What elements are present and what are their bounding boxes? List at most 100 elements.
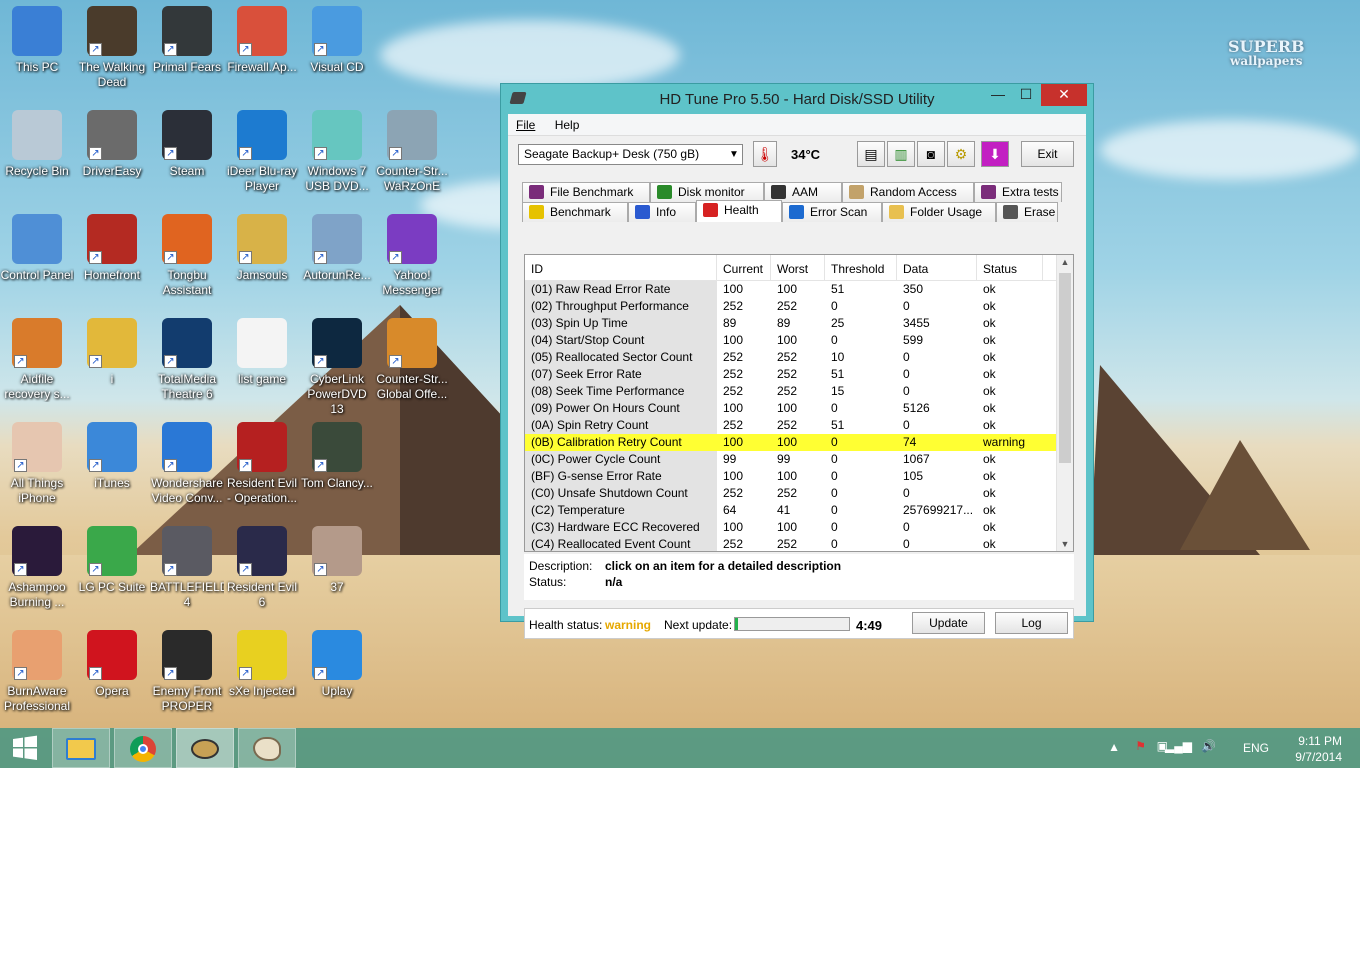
taskbar-paint[interactable] <box>238 728 296 768</box>
desktop-icon[interactable]: ↗ BATTLEFIELD 4 <box>150 526 224 610</box>
table-row[interactable]: (04) Start/Stop Count 100 100 0 599 ok <box>525 332 1073 349</box>
tab-aam[interactable]: AAM <box>764 182 842 202</box>
desktop-icon[interactable]: ↗ Firewall.Ap... <box>225 6 299 75</box>
volume-icon[interactable]: 🔊 <box>1201 739 1216 753</box>
table-row[interactable]: (08) Seek Time Performance 252 252 15 0 ok <box>525 383 1073 400</box>
desktop-icon[interactable]: ↗ Tongbu Assistant <box>150 214 224 298</box>
desktop-icon[interactable]: ↗ iDeer Blu-ray Player <box>225 110 299 194</box>
download-icon[interactable]: ⬇ <box>981 141 1009 167</box>
desktop-icon[interactable]: Recycle Bin <box>0 110 74 179</box>
taskbar-hdtune[interactable] <box>176 728 234 768</box>
table-row[interactable]: (09) Power On Hours Count 100 100 0 5126 ok <box>525 400 1073 417</box>
copy-info-icon[interactable]: ▤ <box>857 141 885 167</box>
desktop-icon[interactable]: ↗ iTunes <box>75 422 149 491</box>
desktop-icon[interactable]: ↗ LG PC Suite <box>75 526 149 595</box>
desktop-icon[interactable]: list game <box>225 318 299 387</box>
column-header[interactable]: Status <box>977 255 1043 280</box>
close-button[interactable]: ✕ <box>1041 84 1087 106</box>
hdtune-window[interactable]: HD Tune Pro 5.50 - Hard Disk/SSD Utility… <box>500 83 1094 639</box>
column-header[interactable]: Worst <box>771 255 825 280</box>
desktop-icon[interactable]: ↗ The Walking Dead <box>75 6 149 90</box>
taskbar-file-explorer[interactable] <box>52 728 110 768</box>
exit-button[interactable]: Exit <box>1021 141 1074 167</box>
desktop-icon[interactable]: ↗ All Things iPhone <box>0 422 74 506</box>
desktop-icon[interactable]: ↗ Aidfile recovery s... <box>0 318 74 402</box>
table-row[interactable]: (C2) Temperature 64 41 0 257699217... ok <box>525 502 1073 519</box>
desktop-icon[interactable]: ↗ Yahoo! Messenger <box>375 214 449 298</box>
desktop-icon[interactable]: ↗ Ashampoo Burning ... <box>0 526 74 610</box>
minimize-button[interactable]: — <box>983 84 1013 106</box>
maximize-button[interactable]: ☐ <box>1011 84 1041 106</box>
drive-select[interactable]: Seagate Backup+ Desk (750 gB) ▼ <box>518 144 743 165</box>
camera-icon[interactable]: ◙ <box>917 141 945 167</box>
start-button[interactable] <box>0 728 50 768</box>
desktop-icon[interactable]: ↗ Enemy Front PROPER <box>150 630 224 714</box>
table-row[interactable]: (0A) Spin Retry Count 252 252 51 0 ok <box>525 417 1073 434</box>
thermometer-icon[interactable]: 🌡 <box>753 141 777 167</box>
tab-file-benchmark[interactable]: File Benchmark <box>522 182 650 202</box>
desktop-icon[interactable]: ↗ Windows 7 USB DVD... <box>300 110 374 194</box>
desktop-icon[interactable]: ↗ i <box>75 318 149 387</box>
desktop-icon[interactable]: ↗ Opera <box>75 630 149 699</box>
clock[interactable]: 9:11 PM 9/7/2014 <box>1282 733 1342 765</box>
scroll-down-icon[interactable]: ▼ <box>1057 539 1073 549</box>
tab-erase[interactable]: Erase <box>996 202 1058 222</box>
title-bar[interactable]: HD Tune Pro 5.50 - Hard Disk/SSD Utility… <box>501 84 1093 114</box>
desktop-icon[interactable]: ↗ Jamsouls <box>225 214 299 283</box>
column-header[interactable]: Threshold <box>825 255 897 280</box>
table-row[interactable]: (0C) Power Cycle Count 99 99 0 1067 ok <box>525 451 1073 468</box>
tab-info[interactable]: Info <box>628 202 696 222</box>
menu-help[interactable]: Help <box>547 114 588 132</box>
column-header[interactable]: Current <box>717 255 771 280</box>
tab-disk-monitor[interactable]: Disk monitor <box>650 182 764 202</box>
scroll-thumb[interactable] <box>1059 273 1071 463</box>
desktop-icon[interactable]: ↗ Steam <box>150 110 224 179</box>
desktop-icon[interactable]: ↗ CyberLink PowerDVD 13 <box>300 318 374 417</box>
table-row[interactable]: (02) Throughput Performance 252 252 0 0 ok <box>525 298 1073 315</box>
tab-extra-tests[interactable]: Extra tests <box>974 182 1062 202</box>
tab-folder-usage[interactable]: Folder Usage <box>882 202 996 222</box>
desktop-icon[interactable]: ↗ Counter-Str... Global Offe... <box>375 318 449 402</box>
table-row[interactable]: (01) Raw Read Error Rate 100 100 51 350 ok <box>525 281 1073 298</box>
desktop-icon[interactable]: ↗ AutorunRe... <box>300 214 374 283</box>
tab-error-scan[interactable]: Error Scan <box>782 202 882 222</box>
table-row[interactable]: (0B) Calibration Retry Count 100 100 0 74 war… <box>525 434 1073 451</box>
copy-all-icon[interactable]: ▥ <box>887 141 915 167</box>
desktop-icon[interactable]: ↗ TotalMedia Theatre 6 <box>150 318 224 402</box>
column-header[interactable]: ID <box>525 255 717 280</box>
desktop-icon[interactable]: ↗ DriverEasy <box>75 110 149 179</box>
table-row[interactable]: (07) Seek Error Rate 252 252 51 0 ok <box>525 366 1073 383</box>
tab-benchmark[interactable]: Benchmark <box>522 202 628 222</box>
desktop-icon[interactable]: ↗ Uplay <box>300 630 374 699</box>
log-button[interactable]: Log <box>995 612 1068 634</box>
table-row[interactable]: (05) Reallocated Sector Count 252 252 10 0 ok <box>525 349 1073 366</box>
scroll-up-icon[interactable]: ▲ <box>1057 257 1073 267</box>
desktop-icon[interactable]: ↗ Counter-Str... WaRzOnE <box>375 110 449 194</box>
desktop-icon[interactable]: ↗ Tom Clancy... <box>300 422 374 491</box>
vertical-scrollbar[interactable]: ▲ ▼ <box>1056 255 1073 551</box>
desktop-icon[interactable]: ↗ Homefront <box>75 214 149 283</box>
desktop-icon[interactable]: ↗ Resident Evil - Operation... <box>225 422 299 506</box>
taskbar-chrome[interactable] <box>114 728 172 768</box>
desktop-icon[interactable]: ↗ Visual CD <box>300 6 374 75</box>
tab-random-access[interactable]: Random Access <box>842 182 974 202</box>
update-button[interactable]: Update <box>912 612 985 634</box>
action-center-icon[interactable]: ⚑ <box>1135 739 1146 753</box>
tab-health[interactable]: Health <box>696 200 782 222</box>
table-row[interactable]: (C4) Reallocated Event Count 252 252 0 0 ok <box>525 536 1073 551</box>
language-indicator[interactable]: ENG <box>1243 741 1269 755</box>
desktop-icon[interactable]: ↗ Resident Evil 6 <box>225 526 299 610</box>
smart-attribute-table[interactable]: ID Current Worst Threshold Data Status (01) R… <box>524 254 1074 552</box>
options-icon[interactable]: ⚙ <box>947 141 975 167</box>
show-hidden-icons-icon[interactable]: ▲ <box>1108 740 1120 754</box>
table-row[interactable]: (03) Spin Up Time 89 89 25 3455 ok <box>525 315 1073 332</box>
desktop-icon[interactable]: ↗ Primal Fears <box>150 6 224 75</box>
table-row[interactable]: (C3) Hardware ECC Recovered 100 100 0 0 ok <box>525 519 1073 536</box>
desktop-icon[interactable]: Control Panel <box>0 214 74 283</box>
desktop-icon[interactable]: ↗ sXe Injected <box>225 630 299 699</box>
desktop-icon[interactable]: This PC <box>0 6 74 75</box>
signal-icon[interactable]: ▂▄▆ <box>1165 739 1192 753</box>
menu-file[interactable]: File <box>508 114 543 132</box>
table-row[interactable]: (C0) Unsafe Shutdown Count 252 252 0 0 ok <box>525 485 1073 502</box>
desktop-icon[interactable]: ↗ 37 <box>300 526 374 595</box>
